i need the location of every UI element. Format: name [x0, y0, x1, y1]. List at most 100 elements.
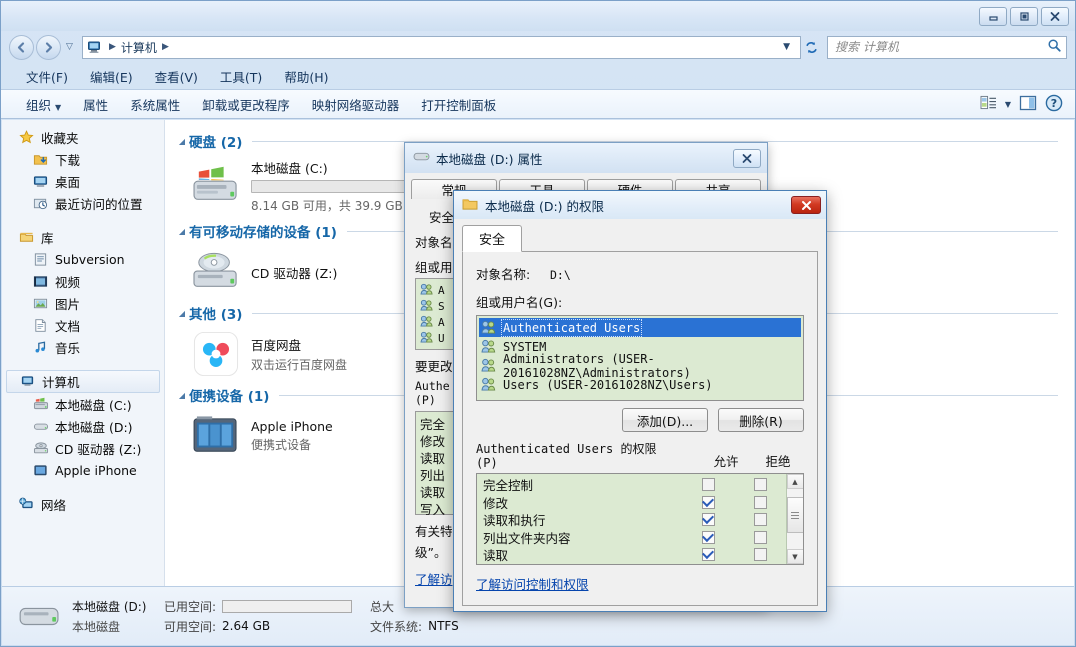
collapse-triangle-icon[interactable]: ◢	[175, 137, 189, 146]
preview-pane-icon[interactable]	[1019, 95, 1037, 114]
sidebar-item-desktop[interactable]: 桌面	[2, 170, 164, 192]
sidebar-item-local-disk-d[interactable]: 本地磁盘 (D:)	[2, 415, 164, 437]
sidebar-item-pictures[interactable]: 图片	[2, 292, 164, 314]
minimize-button[interactable]	[979, 7, 1007, 26]
properties-dialog-close-button[interactable]	[733, 149, 761, 168]
remove-button[interactable]: 删除(R)	[718, 408, 804, 432]
users-group-icon	[481, 377, 498, 392]
allow-checkbox[interactable]	[702, 496, 715, 509]
list-item[interactable]: Administrators (USER-20161028NZ\Administ…	[479, 356, 801, 375]
view-options-icon[interactable]	[980, 95, 997, 113]
maximize-button[interactable]	[1010, 7, 1038, 26]
sidebar-item-apple-iphone[interactable]: Apple iPhone	[2, 459, 164, 481]
sidebar-item-favorites[interactable]: 收藏夹	[2, 126, 164, 148]
deny-cell[interactable]	[734, 513, 786, 526]
sidebar-item-libraries[interactable]: 库	[2, 226, 164, 248]
sidebar-item-local-disk-c[interactable]: 本地磁盘 (C:)	[2, 393, 164, 415]
sidebar-item-music[interactable]: 音乐	[2, 336, 164, 358]
recent-pages-dropdown-icon[interactable]: ▽	[63, 42, 76, 52]
allow-cell[interactable]	[682, 496, 734, 509]
allow-checkbox[interactable]	[702, 513, 715, 526]
breadcrumb[interactable]: 计算机	[121, 39, 157, 56]
breadcrumb-separator-trailing[interactable]: ▶	[157, 42, 174, 52]
learn-access-control-link[interactable]: 了解访问控制和权限	[476, 574, 589, 593]
address-bar[interactable]: ▶ 计算机 ▶ ▼	[82, 36, 801, 59]
deny-cell[interactable]	[734, 478, 786, 491]
view-options-caret-icon[interactable]: ▼	[1005, 100, 1011, 109]
users-group-icon	[420, 283, 434, 298]
scrollbar-track[interactable]	[787, 489, 804, 549]
status-row-1: 本地磁盘 (D:) 已用空间: 总大	[72, 598, 459, 615]
table-row[interactable]: 列出文件夹内容	[483, 529, 786, 547]
open-control-panel-button[interactable]: 打开控制面板	[410, 91, 507, 118]
close-button[interactable]	[1041, 7, 1069, 26]
back-button[interactable]	[9, 35, 34, 60]
properties-learn-link[interactable]: 了解访	[415, 569, 453, 588]
sidebar-item-computer[interactable]: 计算机	[6, 370, 160, 393]
sidebar-item-cd-drive-z[interactable]: CD 驱动器 (Z:)	[2, 437, 164, 459]
allow-cell[interactable]	[682, 513, 734, 526]
scroll-up-icon[interactable]: ▲	[787, 474, 804, 489]
search-icon[interactable]	[1047, 38, 1062, 56]
group-users-listbox[interactable]: Authenticated Users SYSTEM Administrator…	[476, 315, 804, 401]
allow-cell[interactable]	[682, 478, 734, 491]
allow-checkbox[interactable]	[702, 548, 715, 561]
properties-dialog-titlebar[interactable]: 本地磁盘 (D:) 属性	[405, 143, 767, 173]
deny-checkbox[interactable]	[754, 478, 767, 491]
item-info-baidu: 百度网盘 双击运行百度网盘	[251, 335, 347, 373]
sidebar-item-documents[interactable]: 文档	[2, 314, 164, 336]
sidebar-item-recent-places[interactable]: 最近访问的位置	[2, 192, 164, 214]
permissions-table[interactable]: 完全控制 修改 读取和执行	[476, 473, 804, 565]
permissions-scrollbar[interactable]: ▲ ▼	[786, 474, 803, 564]
allow-checkbox[interactable]	[702, 478, 715, 491]
table-row[interactable]: 读取和执行	[483, 511, 786, 529]
help-icon[interactable]: ?	[1045, 94, 1063, 115]
menu-file[interactable]: 文件(F)	[15, 64, 79, 89]
permissions-dialog-titlebar[interactable]: 本地磁盘 (D:) 的权限	[454, 191, 826, 219]
search-input[interactable]	[835, 40, 1047, 54]
deny-cell[interactable]	[734, 548, 786, 561]
sidebar-item-downloads[interactable]: 下载	[2, 148, 164, 170]
properties-button[interactable]: 属性	[72, 91, 119, 118]
window-titlebar[interactable]	[1, 1, 1075, 31]
permissions-dialog-close-button[interactable]	[791, 196, 821, 214]
deny-checkbox[interactable]	[754, 548, 767, 561]
deny-checkbox[interactable]	[754, 531, 767, 544]
uninstall-change-program-button[interactable]: 卸载或更改程序	[191, 91, 301, 118]
organize-button[interactable]: 组织▼	[15, 91, 72, 118]
menu-view[interactable]: 查看(V)	[144, 64, 209, 89]
search-box[interactable]	[827, 36, 1067, 59]
address-dropdown-icon[interactable]: ▼	[775, 42, 798, 52]
sidebar-item-videos[interactable]: 视频	[2, 270, 164, 292]
list-item[interactable]: Authenticated Users	[479, 318, 801, 337]
computer-icon	[19, 374, 36, 390]
forward-button[interactable]	[36, 35, 61, 60]
deny-checkbox[interactable]	[754, 513, 767, 526]
deny-checkbox[interactable]	[754, 496, 767, 509]
allow-cell[interactable]	[682, 548, 734, 561]
table-row[interactable]: 修改	[483, 494, 786, 512]
scrollbar-thumb[interactable]	[787, 497, 804, 533]
menu-tools[interactable]: 工具(T)	[209, 64, 273, 89]
sidebar-item-network[interactable]: 网络	[2, 493, 164, 515]
collapse-triangle-icon[interactable]: ◢	[175, 227, 189, 236]
map-network-drive-button[interactable]: 映射网络驱动器	[301, 91, 411, 118]
deny-cell[interactable]	[734, 496, 786, 509]
collapse-triangle-icon[interactable]: ◢	[175, 309, 189, 318]
allow-cell[interactable]	[682, 531, 734, 544]
allow-checkbox[interactable]	[702, 531, 715, 544]
menu-help[interactable]: 帮助(H)	[273, 64, 339, 89]
table-row[interactable]: 完全控制	[483, 476, 786, 494]
list-item-label: U	[438, 332, 445, 345]
menu-edit[interactable]: 编辑(E)	[79, 64, 144, 89]
permissions-dialog[interactable]: 本地磁盘 (D:) 的权限 安全 对象名称: D:\ 组或用户名(G): Aut…	[453, 190, 827, 612]
system-properties-button[interactable]: 系统属性	[119, 91, 191, 118]
tab-security[interactable]: 安全	[462, 225, 522, 252]
sidebar-item-subversion[interactable]: Subversion	[2, 248, 164, 270]
scroll-down-icon[interactable]: ▼	[787, 549, 804, 564]
collapse-triangle-icon[interactable]: ◢	[175, 391, 189, 400]
refresh-button[interactable]	[801, 40, 821, 55]
deny-cell[interactable]	[734, 531, 786, 544]
table-row[interactable]: 读取	[483, 546, 786, 564]
add-button[interactable]: 添加(D)...	[622, 408, 708, 432]
